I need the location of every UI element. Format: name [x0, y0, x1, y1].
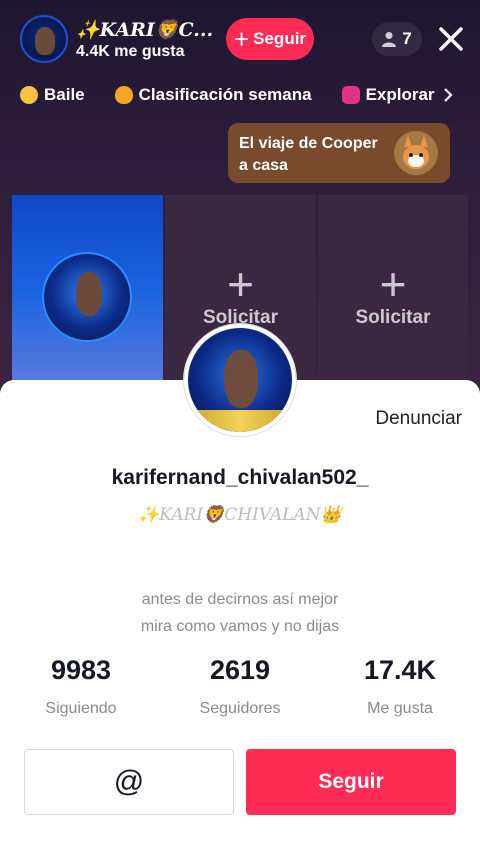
report-link[interactable]: Denunciar — [375, 408, 462, 430]
guest-slot-1[interactable] — [12, 195, 163, 385]
follow-button[interactable]: Seguir — [246, 749, 456, 815]
profile-avatar[interactable] — [184, 324, 296, 436]
close-button[interactable] — [434, 22, 468, 56]
stat-following[interactable]: 9983 Siguiendo — [11, 655, 151, 718]
promo-banner[interactable]: El viaje de Cooper a casa — [228, 123, 450, 183]
stat-followers[interactable]: 2619 Seguidores — [170, 655, 310, 718]
stat-followers-label: Seguidores — [199, 700, 281, 717]
bio-line-2: mira como vamos y no dijas — [140, 618, 340, 635]
stat-likes-label: Me gusta — [367, 700, 433, 717]
tag-baile[interactable]: Baile — [20, 85, 85, 105]
hashtag-icon — [20, 86, 38, 104]
plus-icon: + — [227, 258, 254, 310]
host-badge[interactable]: ✨KARI🦁C... 4.4K me gusta — [20, 14, 214, 64]
host-likes: 4.4K me gusta — [76, 42, 185, 60]
at-icon: @ — [113, 765, 145, 798]
guest-avatar — [42, 252, 132, 342]
stat-following-label: Siguiendo — [45, 700, 117, 717]
host-follow-label: Seguir — [253, 29, 307, 48]
follow-button-label: Seguir — [318, 770, 384, 793]
guest-slot-3[interactable]: + Solicitar — [318, 195, 468, 385]
host-info: ✨KARI🦁C... 4.4K me gusta — [76, 18, 214, 61]
host-follow-button[interactable]: + Seguir — [226, 18, 314, 60]
request-label: Solicitar — [355, 307, 431, 328]
profile-stats: 9983 Siguiendo 2619 Seguidores 17.4K Me … — [0, 655, 480, 725]
stat-likes-value: 17.4K — [363, 655, 437, 685]
category-tags: Baile Clasificación semana Explorar — [20, 80, 480, 110]
tag-clasificacion[interactable]: Clasificación semana — [114, 85, 312, 105]
stat-likes[interactable]: 17.4K Me gusta — [330, 655, 470, 718]
plus-icon: + — [233, 24, 250, 54]
tag-baile-label: Baile — [44, 85, 85, 104]
stat-following-value: 9983 — [50, 655, 112, 685]
profile-bio: antes de decirnos así mejor mira como va… — [0, 586, 480, 640]
explore-icon — [341, 86, 360, 104]
flame-icon — [114, 86, 133, 104]
plus-icon: + — [379, 258, 407, 310]
tag-clasificacion-label: Clasificación semana — [138, 85, 312, 104]
tag-explorar-label: Explorar — [365, 85, 435, 104]
mention-button[interactable]: @ — [24, 749, 234, 815]
profile-username: karifernand_chivalan502_ — [111, 466, 369, 489]
bio-line-1: antes de decirnos así mejor — [141, 591, 339, 608]
chevron-right-icon — [443, 88, 453, 102]
close-icon — [439, 27, 463, 51]
viewer-count-value: 7 — [402, 29, 412, 48]
dog-mascot-icon — [394, 131, 438, 175]
host-name: ✨KARI🦁C... — [76, 18, 214, 41]
person-icon — [382, 32, 397, 47]
profile-nickname: ✨KARI🦁CHIVALAN👑 — [138, 505, 342, 525]
stat-followers-value: 2619 — [209, 655, 271, 685]
host-avatar[interactable] — [20, 15, 68, 63]
tag-explorar[interactable]: Explorar — [341, 85, 453, 105]
viewer-count[interactable]: 7 — [372, 22, 422, 56]
